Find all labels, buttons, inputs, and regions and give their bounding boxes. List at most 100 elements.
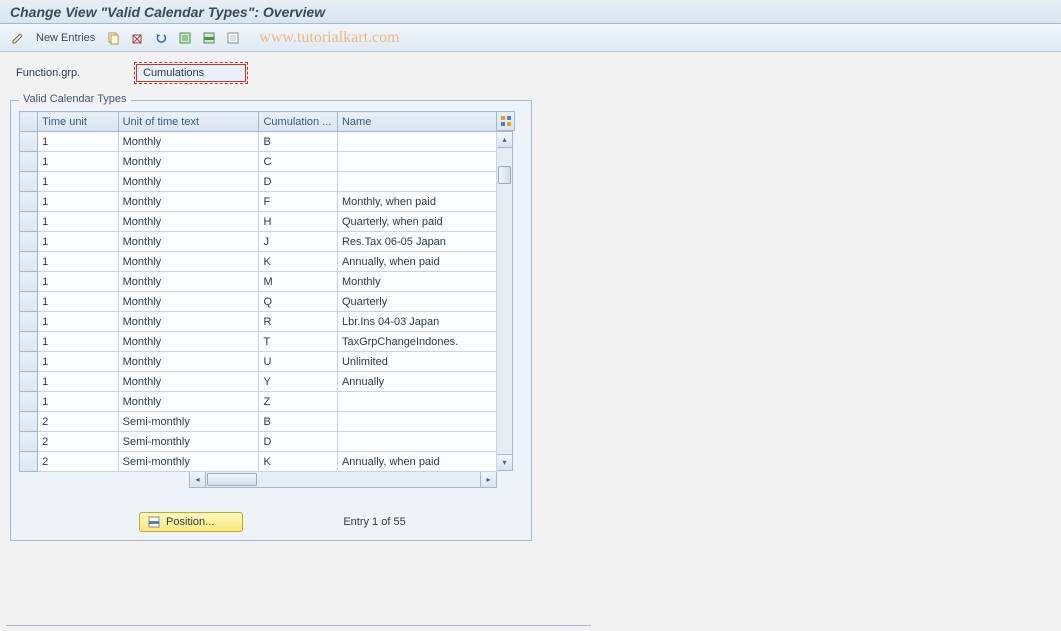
cell-time-unit[interactable]: 2: [38, 412, 119, 432]
table-row[interactable]: 1MonthlyZ: [20, 392, 497, 412]
cell-name[interactable]: TaxGrpChangeIndones.: [337, 332, 496, 352]
position-button[interactable]: Position...: [139, 512, 243, 532]
hscroll-thumb[interactable]: [207, 473, 257, 486]
cell-name[interactable]: Lbr.Ins 04-03 Japan: [337, 312, 496, 332]
table-row[interactable]: 1MonthlyTTaxGrpChangeIndones.: [20, 332, 497, 352]
cell-cumulation[interactable]: H: [259, 212, 337, 232]
cell-cumulation[interactable]: B: [259, 412, 337, 432]
select-block-icon[interactable]: [199, 28, 219, 48]
table-row[interactable]: 1MonthlyC: [20, 152, 497, 172]
copy-icon[interactable]: [103, 28, 123, 48]
cell-cumulation[interactable]: D: [259, 172, 337, 192]
cell-name[interactable]: Monthly: [337, 272, 496, 292]
row-selector[interactable]: [20, 392, 38, 412]
select-all-icon[interactable]: [175, 28, 195, 48]
undo-icon[interactable]: [151, 28, 171, 48]
cell-unit-text[interactable]: Monthly: [118, 312, 259, 332]
toggle-edit-icon[interactable]: [8, 28, 28, 48]
col-unit-text[interactable]: Unit of time text: [118, 112, 259, 132]
cell-name[interactable]: [337, 152, 496, 172]
cell-unit-text[interactable]: Monthly: [118, 292, 259, 312]
cell-name[interactable]: Monthly, when paid: [337, 192, 496, 212]
cell-time-unit[interactable]: 1: [38, 392, 119, 412]
cell-unit-text[interactable]: Monthly: [118, 152, 259, 172]
row-selector[interactable]: [20, 212, 38, 232]
cell-unit-text[interactable]: Monthly: [118, 192, 259, 212]
cell-time-unit[interactable]: 2: [38, 452, 119, 472]
row-selector[interactable]: [20, 312, 38, 332]
cell-unit-text[interactable]: Monthly: [118, 392, 259, 412]
cell-name[interactable]: Quarterly: [337, 292, 496, 312]
cell-unit-text[interactable]: Monthly: [118, 352, 259, 372]
cell-unit-text[interactable]: Monthly: [118, 372, 259, 392]
cell-cumulation[interactable]: Y: [259, 372, 337, 392]
cell-unit-text[interactable]: Semi-monthly: [118, 432, 259, 452]
deselect-all-icon[interactable]: [223, 28, 243, 48]
row-selector[interactable]: [20, 232, 38, 252]
col-cumulation[interactable]: Cumulation ...: [259, 112, 337, 132]
table-row[interactable]: 1MonthlyUUnlimited: [20, 352, 497, 372]
cell-time-unit[interactable]: 1: [38, 132, 119, 152]
hscroll-track[interactable]: [206, 472, 480, 487]
cell-name[interactable]: Unlimited: [337, 352, 496, 372]
scroll-right-icon[interactable]: ▸: [480, 472, 496, 487]
cell-time-unit[interactable]: 1: [38, 232, 119, 252]
cell-cumulation[interactable]: R: [259, 312, 337, 332]
scroll-up-icon[interactable]: ▴: [497, 132, 512, 148]
table-row[interactable]: 1MonthlyFMonthly, when paid: [20, 192, 497, 212]
select-all-header[interactable]: [20, 112, 38, 132]
table-row[interactable]: 1MonthlyD: [20, 172, 497, 192]
cell-name[interactable]: Annually, when paid: [337, 252, 496, 272]
cell-time-unit[interactable]: 1: [38, 292, 119, 312]
delete-icon[interactable]: [127, 28, 147, 48]
row-selector[interactable]: [20, 352, 38, 372]
table-row[interactable]: 2Semi-monthlyB: [20, 412, 497, 432]
table-row[interactable]: 2Semi-monthlyKAnnually, when paid: [20, 452, 497, 472]
table-row[interactable]: 1MonthlyQQuarterly: [20, 292, 497, 312]
table-row[interactable]: 1MonthlyB: [20, 132, 497, 152]
row-selector[interactable]: [20, 412, 38, 432]
row-selector[interactable]: [20, 172, 38, 192]
cell-time-unit[interactable]: 1: [38, 272, 119, 292]
table-row[interactable]: 1MonthlyJRes.Tax 06-05 Japan: [20, 232, 497, 252]
cell-time-unit[interactable]: 1: [38, 372, 119, 392]
cell-time-unit[interactable]: 1: [38, 212, 119, 232]
cell-time-unit[interactable]: 2: [38, 432, 119, 452]
cell-unit-text[interactable]: Monthly: [118, 232, 259, 252]
row-selector[interactable]: [20, 132, 38, 152]
cell-unit-text[interactable]: Semi-monthly: [118, 452, 259, 472]
cell-unit-text[interactable]: Semi-monthly: [118, 412, 259, 432]
table-row[interactable]: 1MonthlyHQuarterly, when paid: [20, 212, 497, 232]
row-selector[interactable]: [20, 272, 38, 292]
cell-cumulation[interactable]: U: [259, 352, 337, 372]
col-time-unit[interactable]: Time unit: [38, 112, 119, 132]
cell-time-unit[interactable]: 1: [38, 352, 119, 372]
table-row[interactable]: 1MonthlyMMonthly: [20, 272, 497, 292]
cell-unit-text[interactable]: Monthly: [118, 132, 259, 152]
cell-cumulation[interactable]: B: [259, 132, 337, 152]
function-group-input[interactable]: [136, 64, 246, 82]
cell-name[interactable]: [337, 172, 496, 192]
col-name[interactable]: Name: [337, 112, 496, 132]
table-config-icon[interactable]: [497, 111, 515, 131]
cell-name[interactable]: [337, 132, 496, 152]
cell-cumulation[interactable]: T: [259, 332, 337, 352]
table-row[interactable]: 1MonthlyRLbr.Ins 04-03 Japan: [20, 312, 497, 332]
cell-unit-text[interactable]: Monthly: [118, 212, 259, 232]
cell-time-unit[interactable]: 1: [38, 192, 119, 212]
cell-cumulation[interactable]: J: [259, 232, 337, 252]
scroll-left-icon[interactable]: ◂: [190, 472, 206, 487]
new-entries-button[interactable]: New Entries: [32, 32, 99, 44]
cell-cumulation[interactable]: Q: [259, 292, 337, 312]
table-row[interactable]: 2Semi-monthlyD: [20, 432, 497, 452]
cell-cumulation[interactable]: Z: [259, 392, 337, 412]
cell-cumulation[interactable]: D: [259, 432, 337, 452]
row-selector[interactable]: [20, 452, 38, 472]
cell-name[interactable]: Annually: [337, 372, 496, 392]
table-row[interactable]: 1MonthlyYAnnually: [20, 372, 497, 392]
row-selector[interactable]: [20, 152, 38, 172]
row-selector[interactable]: [20, 252, 38, 272]
cell-name[interactable]: Quarterly, when paid: [337, 212, 496, 232]
cell-name[interactable]: Annually, when paid: [337, 452, 496, 472]
cell-unit-text[interactable]: Monthly: [118, 172, 259, 192]
